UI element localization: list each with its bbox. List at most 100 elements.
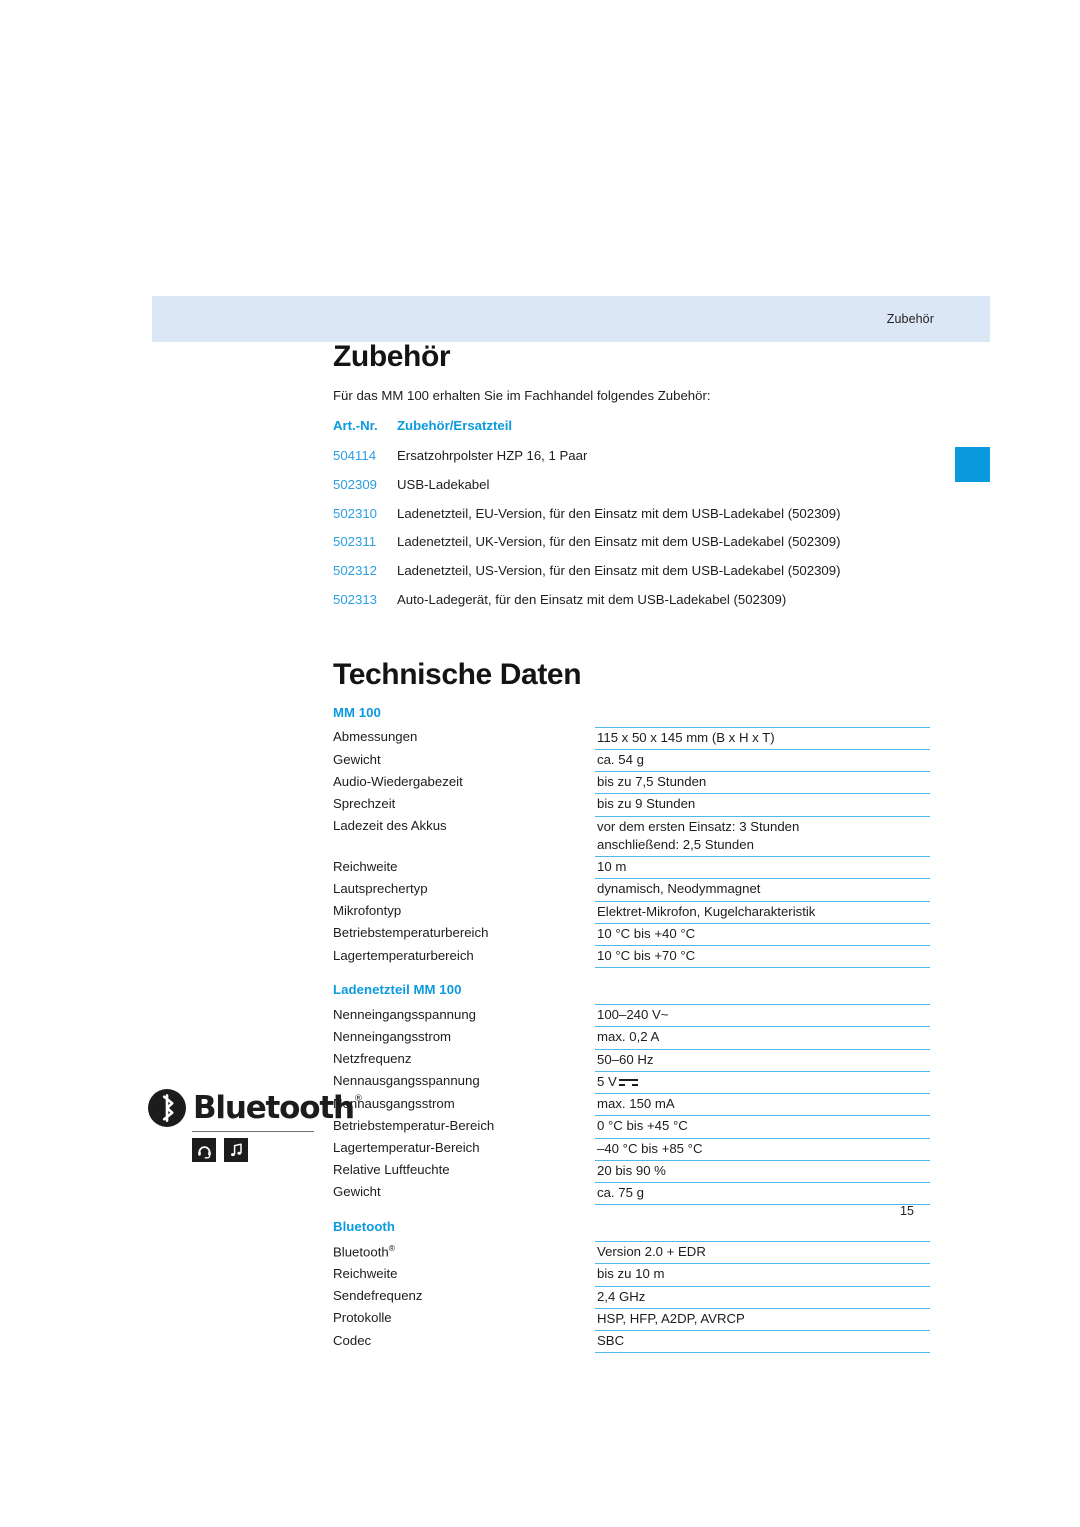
table-row: Betriebstemperatur-Bereich 0 °C bis +45 °…	[333, 1115, 930, 1139]
spec-value: ca. 54 g	[595, 749, 930, 772]
spec-label: Lautsprechertyp	[333, 880, 428, 896]
music-note-icon	[224, 1138, 248, 1163]
column-header-description: Zubehör/Ersatzteil	[397, 418, 513, 434]
spec-label: Netzfrequenz	[333, 1051, 412, 1067]
table-row: 502310 Ladenetzteil, EU-Version, für den …	[333, 505, 988, 534]
spec-value: SBC	[595, 1330, 930, 1354]
table-row: Reichweite 10 m	[333, 856, 930, 879]
spec-label: Nenneingangsstrom	[333, 1028, 452, 1044]
table-row: Nennausgangsstrom max. 150 mA	[333, 1093, 930, 1116]
spec-table-psu: Nenneingangsspannung 100–240 V~ Nenneingan…	[333, 1004, 930, 1206]
accessory-description: USB-Ladekabel	[397, 476, 490, 492]
accessory-description: Ladenetzteil, EU-Version, für den Einsat…	[397, 505, 841, 521]
table-row: 502311 Ladenetzteil, UK-Version, für den …	[333, 533, 988, 562]
page-title-technical-data: Technische Daten	[333, 657, 582, 691]
table-row: Lautsprechertyp dynamisch, Neodymmagnet	[333, 878, 930, 902]
spec-value: vor dem ersten Einsatz: 3 Stunden anschli…	[595, 815, 930, 857]
accessory-article-number: 502311	[333, 534, 377, 550]
spec-section-heading-mm100: MM 100	[333, 704, 381, 720]
table-row: Lagertemperatur-Bereich –40 °C bis +85 °C	[333, 1137, 930, 1161]
page-title-accessories: Zubehör	[333, 340, 451, 373]
table-row: Nennausgangsspannung 5 V	[333, 1070, 930, 1094]
spec-value: 10 m	[595, 856, 930, 879]
spec-value: bis zu 9 Stunden	[595, 793, 930, 817]
spec-label: Audio-Wiedergabezeit	[333, 773, 463, 789]
table-row: Lagertemperaturbereich 10 °C bis +70 °C	[333, 945, 930, 969]
spec-value: 2,4 GHz	[595, 1285, 930, 1309]
spec-label: Sprechzeit	[333, 795, 396, 811]
spec-label: Mikrofontyp	[333, 903, 402, 919]
spec-label: Gewicht	[333, 751, 381, 767]
spec-label: Nennausgangsstrom	[333, 1095, 455, 1111]
spec-label: Nenneingangsspannung	[333, 1006, 476, 1022]
table-row: Codec SBC	[333, 1330, 930, 1354]
table-row: Reichweite bis zu 10 m	[333, 1263, 930, 1287]
bluetooth-rune-icon	[148, 1089, 186, 1127]
spec-label: Codec	[333, 1332, 372, 1348]
accessory-article-number: 502313	[333, 592, 378, 608]
spec-label: Lagertemperatur-Bereich	[333, 1140, 480, 1156]
page-number: 15	[900, 1204, 914, 1218]
accessories-intro-text: Für das MM 100 erhalten Sie im Fachhande…	[333, 388, 711, 403]
spec-label: Sendefrequenz	[333, 1288, 423, 1304]
spec-value: 100–240 V~	[595, 1004, 930, 1027]
spec-table-bluetooth: Bluetooth® Version 2.0 + EDR Reichweite bis…	[333, 1241, 930, 1354]
spec-value: 10 °C bis +70 °C	[595, 945, 930, 969]
table-row: Gewicht ca. 75 g	[333, 1181, 930, 1206]
spec-value: Version 2.0 + EDR	[595, 1241, 930, 1264]
spec-value: –40 °C bis +85 °C	[595, 1137, 930, 1161]
spec-section-bluetooth: Bluetooth Bluetooth® Version 2.0 + EDR Rei…	[333, 1219, 933, 1354]
bluetooth-logo-row: Bluetooth ®	[148, 1088, 363, 1128]
spec-section-heading-bluetooth: Bluetooth	[333, 1219, 395, 1235]
bluetooth-wordmark: Bluetooth ®	[193, 1089, 363, 1126]
spec-value: bis zu 7,5 Stunden	[595, 771, 930, 794]
bluetooth-profile-icons	[192, 1138, 318, 1163]
accessory-description: Auto-Ladegerät, für den Einsatz mit dem …	[397, 592, 787, 608]
bluetooth-logo-rule	[192, 1131, 314, 1133]
spec-label: Reichweite	[333, 1265, 398, 1281]
spec-label: Betriebstemperatur-Bereich	[333, 1117, 495, 1133]
table-row: Abmessungen 115 x 50 x 145 mm (B x H x T)	[333, 726, 930, 750]
spec-value-line-2: anschließend: 2,5 Stunden	[597, 836, 754, 852]
running-header-text: Zubehör	[886, 312, 934, 326]
spec-value: bis zu 10 m	[595, 1263, 930, 1287]
accessory-article-number: 502309	[333, 476, 378, 492]
spec-label: Reichweite	[333, 858, 398, 874]
running-header-bar: Zubehör	[152, 296, 990, 342]
table-row: Netzfrequenz 50–60 Hz	[333, 1048, 930, 1072]
table-row: Bluetooth® Version 2.0 + EDR	[333, 1241, 930, 1264]
registered-mark: ®	[388, 1242, 395, 1253]
table-row: 502313 Auto-Ladegerät, für den Einsatz mi…	[333, 591, 988, 620]
table-row: Nenneingangsstrom max. 0,2 A	[333, 1026, 930, 1050]
accessories-table: Art.-Nr. Zubehör/Ersatzteil 504114 Ersatzoh…	[333, 417, 988, 620]
spec-value: 10 °C bis +40 °C	[595, 922, 930, 946]
table-row: Mikrofontyp Elektret-Mikrofon, Kugelchara…	[333, 900, 930, 924]
table-row: Audio-Wiedergabezeit bis zu 7,5 Stunden	[333, 771, 930, 794]
spec-label: Protokolle	[333, 1310, 392, 1326]
spec-value: Elektret-Mikrofon, Kugelcharakteristik	[595, 900, 930, 924]
accessory-article-number: 504114	[333, 447, 377, 463]
table-row: Nenneingangsspannung 100–240 V~	[333, 1004, 930, 1027]
table-row: 504114 Ersatzohrpolster HZP 16, 1 Paar	[333, 447, 988, 476]
accessory-description: Ersatzohrpolster HZP 16, 1 Paar	[397, 447, 588, 463]
page-content: Zubehör Für das MM 100 erhalten Sie im F…	[333, 340, 933, 1354]
table-row: Protokolle HSP, HFP, A2DP, AVRCP	[333, 1307, 930, 1331]
spec-table-mm100: Abmessungen 115 x 50 x 145 mm (B x H x T)…	[333, 726, 930, 969]
accessory-description: Ladenetzteil, UK-Version, für den Einsat…	[397, 534, 841, 550]
table-row: Relative Luftfeuchte 20 bis 90 %	[333, 1159, 930, 1183]
spec-value: 20 bis 90 %	[595, 1159, 930, 1183]
table-row: 502309 USB-Ladekabel	[333, 476, 988, 505]
spec-value: 50–60 Hz	[595, 1048, 930, 1072]
spec-section-heading-psu: Ladenetzteil MM 100	[333, 982, 462, 998]
spec-label: Betriebstemperaturbereich	[333, 925, 489, 941]
headset-icon	[192, 1138, 216, 1163]
spec-value: 0 °C bis +45 °C	[595, 1115, 930, 1139]
spec-section-psu: Ladenetzteil MM 100 Nenneingangsspannung…	[333, 982, 933, 1206]
spec-label: Ladezeit des Akkus	[333, 818, 447, 834]
spec-value: max. 150 mA	[595, 1093, 930, 1116]
spec-value: 115 x 50 x 145 mm (B x H x T)	[595, 726, 930, 750]
accessory-description: Ladenetzteil, US-Version, für den Einsat…	[397, 563, 841, 579]
spec-value: ca. 75 g	[595, 1181, 930, 1206]
dc-voltage-icon	[618, 1078, 638, 1087]
spec-value: 5 V	[595, 1070, 930, 1094]
